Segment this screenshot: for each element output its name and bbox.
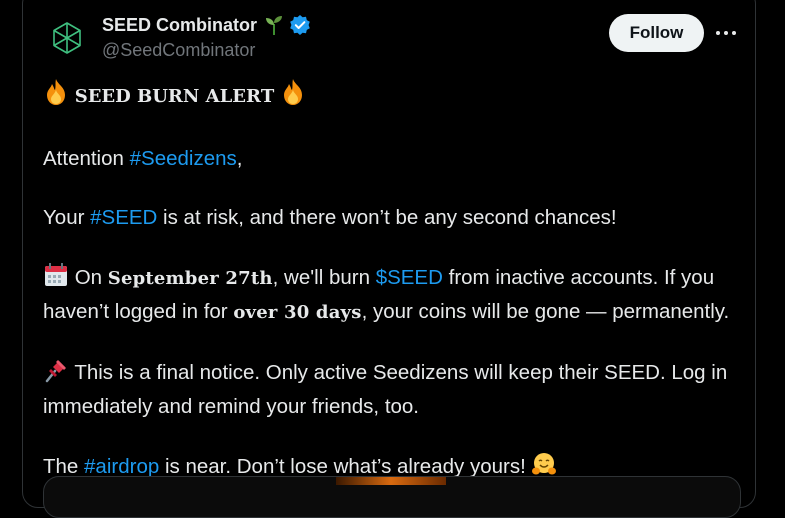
author-handle[interactable]: @SeedCombinator bbox=[102, 40, 255, 61]
author-display-name[interactable]: SEED Combinator bbox=[102, 14, 311, 36]
more-dots-icon bbox=[716, 31, 736, 35]
tweet-title-line: 𝐒𝐄𝐄𝐃 𝐁𝐔𝐑𝐍 𝐀𝐋𝐄𝐑𝐓 bbox=[43, 78, 743, 115]
airdrop-suffix: is near. Don’t lose what’s already yours… bbox=[159, 455, 532, 478]
more-options-button[interactable] bbox=[712, 22, 740, 44]
verified-badge-icon[interactable] bbox=[289, 14, 311, 36]
pushpin-emoji-icon bbox=[43, 357, 69, 392]
burn-suffix: , your coins will be gone — permanently. bbox=[361, 300, 730, 323]
hashtag-seedizens-link[interactable]: #Seedizens bbox=[130, 147, 237, 170]
follow-button[interactable]: Follow bbox=[609, 14, 704, 52]
tweet-title: 𝐒𝐄𝐄𝐃 𝐁𝐔𝐑𝐍 𝐀𝐋𝐄𝐑𝐓 bbox=[74, 86, 275, 107]
avatar[interactable] bbox=[47, 18, 87, 58]
hashtag-airdrop-link[interactable]: #airdrop bbox=[84, 455, 159, 478]
attention-line: Attention #Seedizens, bbox=[43, 144, 743, 174]
risk-suffix: is at risk, and there won’t be any secon… bbox=[157, 206, 617, 229]
tweet-media-preview[interactable] bbox=[43, 476, 741, 518]
final-notice-line: This is a final notice. Only active Seed… bbox=[43, 357, 743, 422]
attention-suffix: , bbox=[236, 147, 243, 170]
burn-date: September 27th bbox=[107, 268, 273, 289]
author-name-text: SEED Combinator bbox=[102, 14, 258, 35]
final-notice-text: This is a final notice. Only active Seed… bbox=[43, 361, 728, 418]
cashtag-seed-link[interactable]: $SEED bbox=[376, 266, 443, 289]
attention-prefix: Attention bbox=[43, 147, 130, 170]
burn-prefix: On bbox=[69, 266, 108, 289]
fire-emoji-icon bbox=[43, 78, 69, 115]
fire-emoji-icon bbox=[280, 78, 306, 115]
media-image-fragment bbox=[336, 477, 446, 485]
tweet-text: 𝐒𝐄𝐄𝐃 𝐁𝐔𝐑𝐍 𝐀𝐋𝐄𝐑𝐓 Attention #Seedizens, Yo… bbox=[43, 78, 743, 486]
airdrop-prefix: The bbox=[43, 455, 85, 478]
burn-date-line: On September 27th, we'll burn $SEED from… bbox=[43, 262, 743, 328]
calendar-emoji-icon bbox=[43, 262, 69, 297]
risk-prefix: Your bbox=[43, 206, 91, 229]
hashtag-seed-link[interactable]: #SEED bbox=[90, 206, 157, 229]
risk-line: Your #SEED is at risk, and there won’t b… bbox=[43, 203, 743, 233]
burn-mid: , we'll burn bbox=[272, 266, 376, 289]
inactive-period: over 30 days bbox=[233, 302, 362, 323]
seed-combinator-logo-icon bbox=[53, 22, 81, 54]
seedling-icon bbox=[263, 14, 285, 36]
